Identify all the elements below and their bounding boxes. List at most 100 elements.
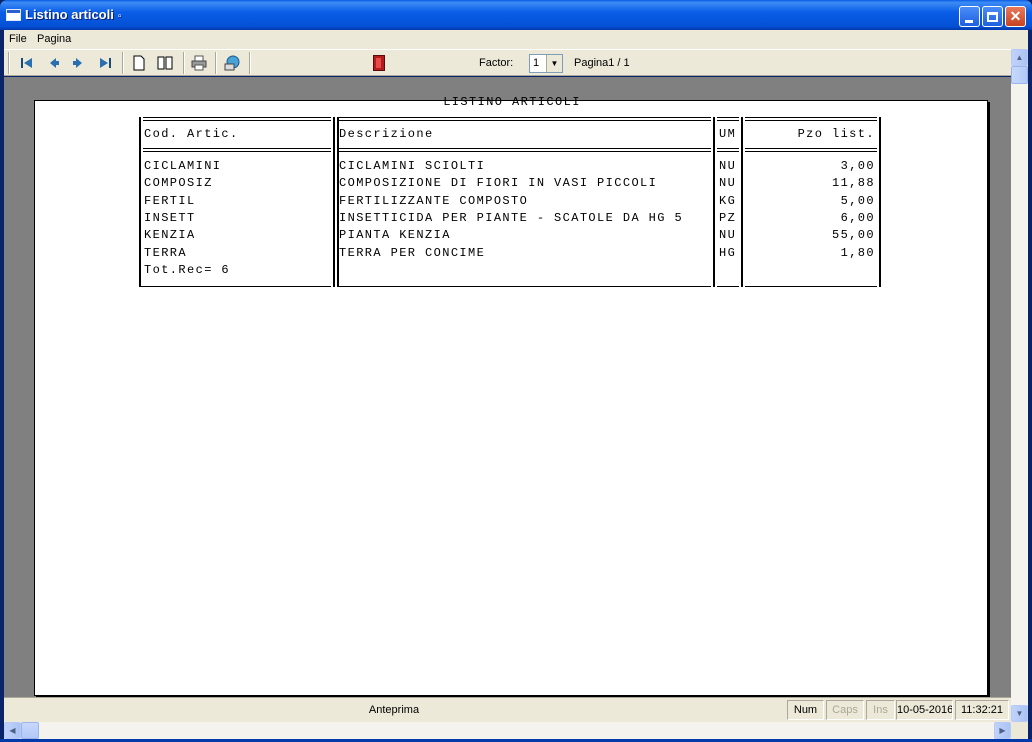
rule	[143, 120, 331, 121]
rule	[339, 117, 711, 118]
row-um: HG	[719, 246, 737, 260]
scroll-up-icon[interactable]: ▲	[1011, 49, 1028, 66]
status-caps: Caps	[826, 700, 864, 720]
chevron-down-icon[interactable]: ▼	[546, 55, 562, 72]
menu-bar: File Pagina	[4, 30, 1028, 49]
vertical-scrollbar[interactable]: ▲ ▼	[1011, 49, 1028, 722]
page-indicator: Pagina1 / 1	[574, 57, 630, 69]
header-code: Cod. Artic.	[144, 127, 239, 141]
row-description: CICLAMINI SCIOLTI	[339, 159, 486, 173]
window-title-text: Listino articoli	[25, 7, 114, 22]
export-icon[interactable]	[224, 55, 240, 71]
close-icon: ✕	[1009, 8, 1022, 24]
rule	[143, 151, 331, 152]
status-mode: Anteprima	[368, 704, 420, 716]
status-date: 10-05-2016	[896, 700, 953, 720]
status-num: Num	[787, 700, 824, 720]
app-window: Listino articoli ▫ ✕ File Pagina Factor:…	[0, 0, 1032, 742]
app-icon[interactable]	[6, 9, 21, 21]
close-button[interactable]: ✕	[1005, 6, 1026, 27]
scrollbar-corner	[1011, 722, 1028, 739]
row-code: TERRA	[144, 246, 188, 260]
rule	[745, 120, 877, 121]
rule	[143, 148, 331, 149]
prev-page-icon[interactable]	[46, 55, 62, 71]
title-bar[interactable]: Listino articoli ▫ ✕	[0, 0, 1032, 30]
row-code: COMPOSIZ	[144, 176, 213, 190]
first-page-icon[interactable]	[19, 55, 35, 71]
row-description: FERTILIZZANTE COMPOSTO	[339, 194, 529, 208]
rule	[143, 117, 331, 118]
status-time: 11:32:21	[955, 700, 1009, 720]
report-page: LISTINO ARTICOLI Cod. Artic. Descrizione…	[34, 95, 988, 696]
rule	[339, 148, 711, 149]
horizontal-scrollbar[interactable]: ◀ ▶	[4, 722, 1011, 739]
single-page-icon[interactable]	[131, 55, 147, 71]
row-price: 5,00	[840, 194, 875, 208]
scroll-right-icon[interactable]: ▶	[994, 722, 1011, 739]
exit-icon[interactable]	[373, 55, 385, 71]
rule	[745, 151, 877, 152]
factor-select[interactable]: 1 ▼	[529, 54, 563, 73]
toolbar-grip	[8, 52, 10, 74]
row-code: KENZIA	[144, 228, 196, 242]
export-glyph	[224, 55, 240, 71]
row-um: NU	[719, 228, 737, 242]
row-price: 1,80	[840, 246, 875, 260]
next-page-icon[interactable]	[70, 55, 86, 71]
window-title: Listino articoli ▫	[25, 7, 121, 22]
table-border-left	[139, 117, 141, 287]
row-description: TERRA PER CONCIME	[339, 246, 486, 260]
last-page-icon[interactable]	[97, 55, 113, 71]
report-title: LISTINO ARTICOLI	[443, 95, 581, 109]
print-preview-area[interactable]: LISTINO ARTICOLI Cod. Artic. Descrizione…	[4, 77, 1011, 697]
restore-icon	[987, 12, 998, 22]
total-records: Tot.Rec= 6	[144, 263, 231, 277]
two-pages-glyph	[157, 56, 173, 70]
factor-value: 1	[533, 57, 540, 69]
rule	[339, 151, 711, 152]
toolbar: Factor: 1 ▼ Pagina1 / 1	[4, 49, 1011, 76]
factor-label: Factor:	[479, 57, 514, 69]
first-page-glyph	[21, 58, 32, 68]
prev-page-glyph	[50, 58, 59, 68]
rule	[717, 117, 739, 118]
next-page-glyph	[73, 58, 82, 68]
row-price: 3,00	[840, 159, 875, 173]
table-divider	[741, 117, 743, 287]
vertical-scroll-thumb[interactable]	[1011, 66, 1028, 84]
row-description: INSETTICIDA PER PIANTE - SCATOLE DA HG 5	[339, 211, 684, 225]
two-pages-icon[interactable]	[157, 55, 173, 71]
horizontal-scroll-thumb[interactable]	[21, 722, 39, 739]
scroll-down-icon[interactable]: ▼	[1011, 705, 1028, 722]
maximize-button[interactable]	[982, 6, 1003, 27]
row-description: COMPOSIZIONE DI FIORI IN VASI PICCOLI	[339, 176, 658, 190]
rule	[745, 148, 877, 149]
rule	[717, 148, 739, 149]
rule	[717, 286, 739, 287]
menu-pagina[interactable]: Pagina	[37, 33, 71, 45]
rule	[141, 286, 331, 287]
table-divider	[713, 117, 715, 287]
toolbar-separator	[122, 52, 124, 74]
print-glyph	[191, 55, 207, 71]
last-page-glyph	[100, 58, 111, 68]
title-mark: ▫	[117, 11, 122, 22]
header-um: UM	[719, 127, 737, 141]
status-ins: Ins	[866, 700, 895, 720]
menu-file[interactable]: File	[9, 33, 27, 45]
row-code: CICLAMINI	[144, 159, 222, 173]
rule	[745, 117, 877, 118]
row-code: INSETT	[144, 211, 196, 225]
rule	[717, 151, 739, 152]
single-page-glyph	[133, 55, 145, 71]
scroll-left-icon[interactable]: ◀	[4, 722, 21, 739]
toolbar-separator	[249, 52, 251, 74]
minimize-button[interactable]	[959, 6, 980, 27]
row-description: PIANTA KENZIA	[339, 228, 451, 242]
row-price: 11,88	[831, 176, 875, 190]
rule	[339, 286, 711, 287]
row-um: NU	[719, 159, 737, 173]
print-icon[interactable]	[191, 55, 207, 71]
row-um: NU	[719, 176, 737, 190]
